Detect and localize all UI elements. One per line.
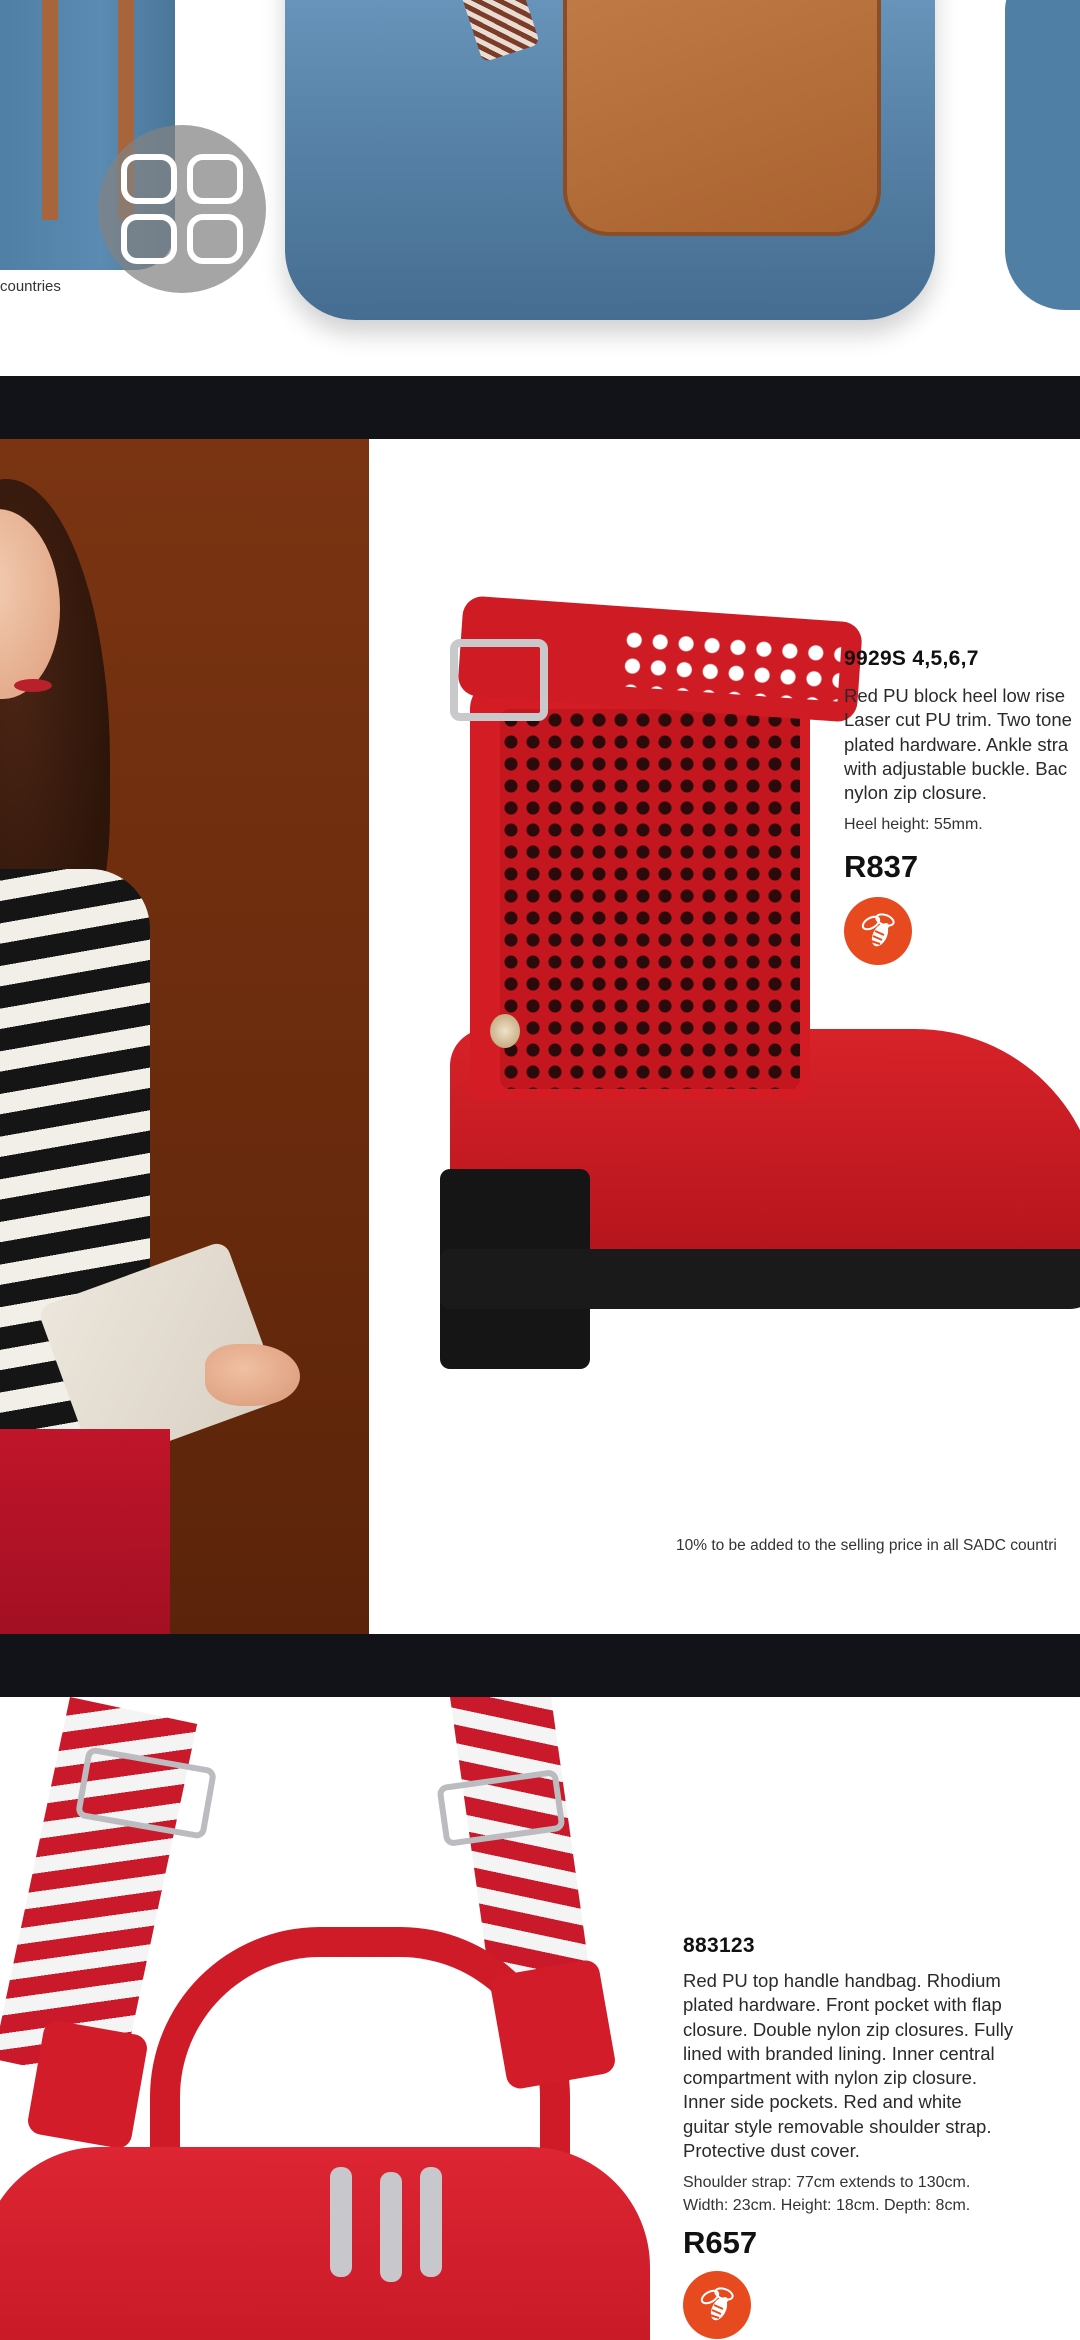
product-price: R657: [683, 2225, 758, 2261]
grid-menu-icon: [121, 154, 243, 264]
page-menu-button[interactable]: [98, 125, 266, 293]
bee-icon[interactable]: [683, 2271, 751, 2340]
catalogue-page-denim-bags: countries: [0, 0, 1080, 376]
page-footnote: 10% to be added to the selling price in …: [676, 1537, 1057, 1554]
catalogue-page-boot: 9929S 4,5,6,7 Red PU block heel low rise…: [0, 439, 1080, 1634]
bee-icon[interactable]: [844, 896, 912, 965]
page-footnote: countries: [0, 278, 61, 295]
bag-scarf: [459, 0, 541, 63]
denim-bag-right-image: [1005, 0, 1080, 310]
catalogue-page-handbag: 883123 Red PU top handle handbag. Rhodiu…: [0, 1697, 1080, 2340]
model-photo: [0, 439, 369, 1634]
product-text: Red PU block heel low rise Laser cut PU …: [844, 685, 1072, 804]
product-text: Red PU top handle handbag. Rhodium plate…: [683, 1970, 1014, 2162]
buckle: [450, 639, 548, 721]
denim-bag-main-image: [285, 0, 935, 320]
product-dimensions: Shoulder strap: 77cm extends to 130cm. W…: [683, 2174, 971, 2214]
heel-height: Heel height: 55mm.: [844, 816, 983, 834]
product-price: R837: [844, 848, 919, 884]
product-code: 883123: [683, 1934, 755, 1957]
bag-pocket: [563, 0, 881, 236]
product-description: 883123 Red PU top handle handbag. Rhodiu…: [683, 1934, 1014, 2340]
product-code: 9929S 4,5,6,7: [844, 647, 979, 670]
product-description: 9929S 4,5,6,7 Red PU block heel low rise…: [844, 647, 1072, 965]
bag-strap: [42, 0, 58, 220]
red-handbag-image: [0, 2147, 650, 2340]
